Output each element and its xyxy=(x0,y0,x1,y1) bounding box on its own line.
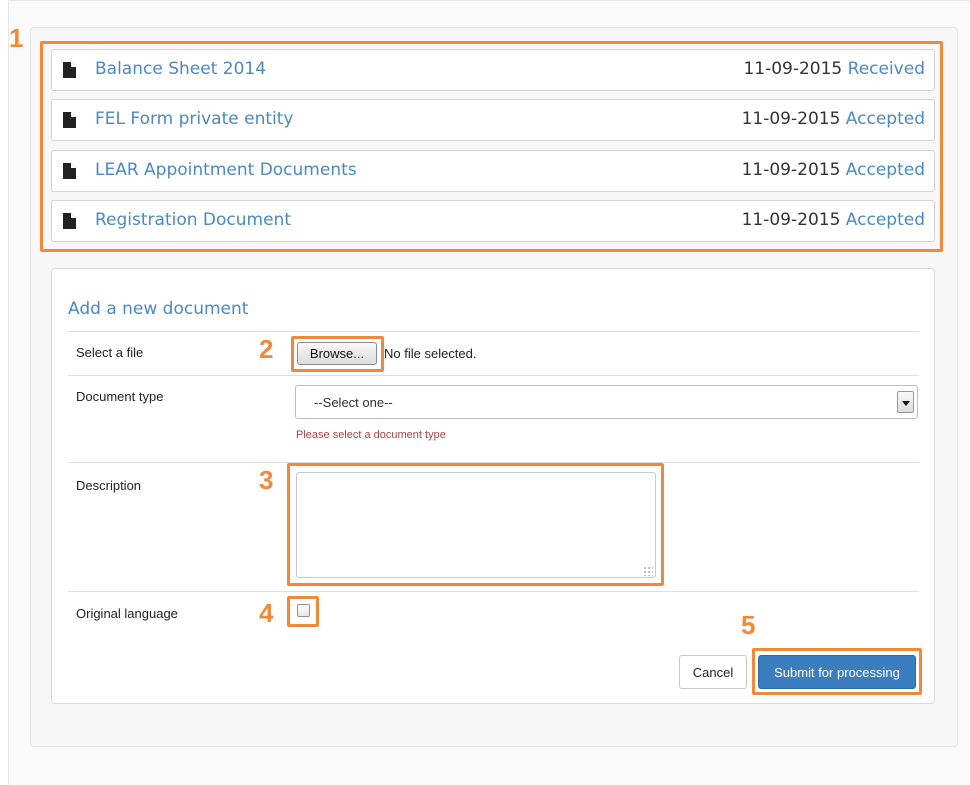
divider xyxy=(68,591,919,592)
document-type-value: --Select one-- xyxy=(314,395,393,410)
cancel-button[interactable]: Cancel xyxy=(679,655,747,689)
callout-number: 3 xyxy=(259,465,274,495)
document-type-label: Document type xyxy=(76,389,164,404)
callout-number: 5 xyxy=(741,610,756,640)
callout-box-description xyxy=(287,463,664,586)
chevron-down-icon[interactable] xyxy=(897,391,914,413)
callout-box-browse xyxy=(291,336,384,372)
callout-number: 4 xyxy=(259,598,274,628)
document-type-select[interactable]: --Select one-- xyxy=(295,385,918,419)
divider xyxy=(68,375,919,376)
select-file-label: Select a file xyxy=(76,345,144,360)
original-language-label: Original language xyxy=(76,606,178,621)
callout-box-checkbox xyxy=(287,596,319,627)
callout-number: 2 xyxy=(259,334,274,364)
divider xyxy=(68,331,919,332)
form-title: Add a new document xyxy=(68,299,249,319)
callout-number: 1 xyxy=(9,23,24,53)
file-status-text: No file selected. xyxy=(384,346,477,361)
document-type-error: Please select a document type xyxy=(296,429,446,441)
callout-box-submit xyxy=(752,648,922,695)
description-label: Description xyxy=(76,478,142,493)
callout-box-documents xyxy=(40,41,943,252)
